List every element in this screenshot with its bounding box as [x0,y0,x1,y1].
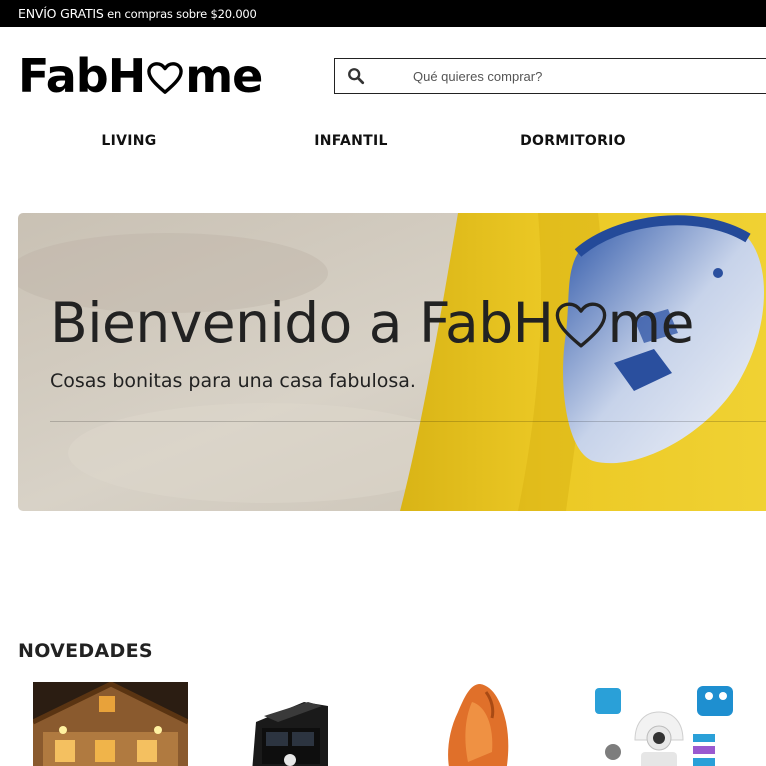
hero-divider [50,421,766,422]
nav-item-dormitorio[interactable]: DORMITORIO [520,133,626,149]
salt-lamp-image [402,682,557,766]
nav-item-infantil[interactable]: INFANTIL [314,133,388,149]
product-card-house-lights[interactable] [33,682,188,766]
hero-title: Bienvenido a FabH me [50,291,694,355]
heart-icon [555,302,606,348]
product-card-ip-camera[interactable] [585,682,740,766]
ip-camera-image [585,682,740,766]
site-logo[interactable]: FabH me [18,48,263,104]
house-lights-image [33,682,188,766]
search-input[interactable] [413,65,753,87]
section-title-novedades: NOVEDADES [18,640,153,662]
logo-text-prefix: FabH [18,49,146,103]
hero-banner[interactable]: Bienvenido a FabH me Cosas bonitas para … [18,213,766,511]
hero-title-prefix: Bienvenido a FabH [50,291,554,355]
search-icon[interactable] [347,67,365,85]
promo-text: ENVÍO GRATIS en compras sobre $20.000 [18,6,257,21]
hero-title-suffix: me [607,291,695,355]
promo-condition: en compras sobre $20.000 [107,7,257,21]
logo-text-suffix: me [185,49,263,103]
product-card-solar-lamp[interactable] [212,682,367,766]
nav-item-living[interactable]: LIVING [101,133,156,149]
solar-lamp-image [212,682,367,766]
hero-image [18,213,766,511]
search-bar [334,58,766,94]
promo-free-shipping: ENVÍO GRATIS [18,6,104,21]
main-nav: LIVING INFANTIL DORMITORIO [0,133,766,155]
heart-icon [147,62,183,94]
hero-subtitle: Cosas bonitas para una casa fabulosa. [50,370,416,392]
promo-bar: ENVÍO GRATIS en compras sobre $20.000 [0,0,766,27]
product-card-salt-lamp[interactable] [402,682,557,766]
